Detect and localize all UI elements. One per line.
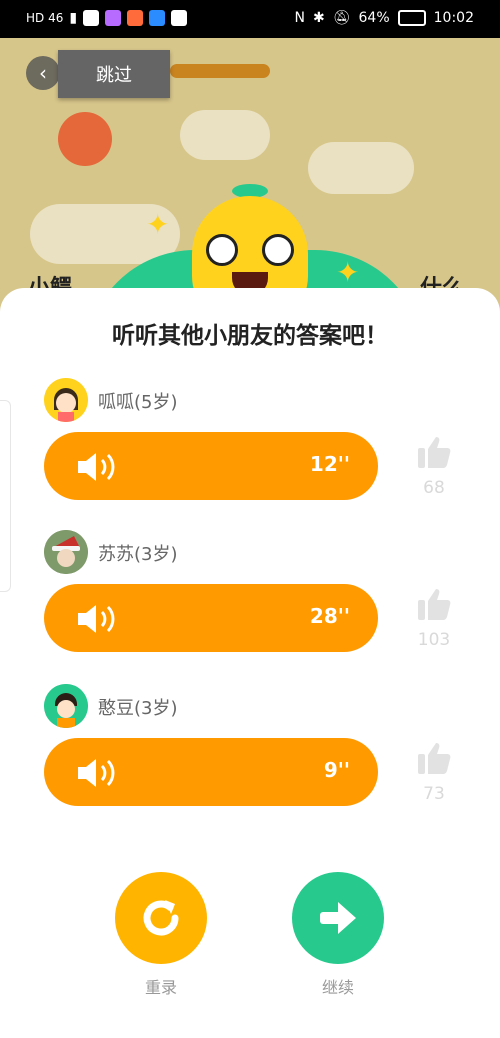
progress-bar (170, 64, 270, 78)
santa-avatar-icon (44, 530, 88, 574)
child-name: 苏苏(3岁) (98, 544, 178, 565)
skip-button[interactable]: 跳过 (58, 50, 170, 98)
app-notification-icon (83, 10, 100, 26)
speaker-icon (76, 452, 120, 486)
like-count: 103 (417, 630, 451, 650)
upload-icon (171, 10, 188, 26)
boy-avatar-icon (44, 684, 88, 728)
continue-label: 继续 (321, 978, 354, 997)
answers-sheet: 听听其他小朋友的答案吧！ 呱呱(5岁) 12'' 68 苏苏(3岁) 28'' (0, 288, 500, 1038)
like-button[interactable]: 68 (412, 434, 456, 498)
audio-duration: 9'' (323, 758, 350, 782)
chevron-left-icon: ‹ (39, 61, 47, 85)
play-audio-button[interactable]: 12'' (44, 432, 378, 500)
avatar (44, 378, 88, 422)
continue-button[interactable] (292, 872, 384, 964)
rerecord-button[interactable] (115, 872, 207, 964)
rerecord-label: 重录 (144, 978, 177, 997)
answer-item: 憨豆(3岁) 9'' 73 (0, 684, 500, 824)
status-right: N ✱ 🔕︎ 64% 10:02 (295, 10, 474, 26)
app-notification-icon (105, 10, 122, 26)
like-button[interactable]: 73 (412, 740, 456, 804)
play-audio-button[interactable]: 9'' (44, 738, 378, 806)
app-notification-icon (149, 10, 166, 26)
cloud-illustration (180, 110, 270, 160)
arrow-right-icon (320, 902, 356, 934)
signal-icon: ▮ (69, 10, 78, 26)
mascot-eye (262, 234, 294, 266)
speaker-icon (76, 758, 120, 792)
thumbs-up-icon (418, 589, 451, 620)
girl-avatar-icon (44, 378, 88, 422)
thumbs-up-icon (418, 437, 451, 468)
audio-duration: 28'' (309, 604, 350, 628)
nfc-icon: N (294, 10, 305, 26)
like-button[interactable]: 103 (412, 586, 456, 650)
answer-item: 呱呱(5岁) 12'' 68 (0, 378, 500, 518)
sun-illustration (58, 112, 112, 166)
network-indicator: HD 46 (26, 11, 64, 25)
battery-icon (397, 10, 426, 26)
like-count: 73 (423, 784, 445, 804)
avatar (44, 684, 88, 728)
app-notification-icon (127, 10, 144, 26)
sheet-title: 听听其他小朋友的答案吧！ (112, 323, 388, 349)
like-count: 68 (423, 478, 445, 498)
child-name: 呱呱(5岁) (98, 392, 178, 413)
speaker-icon (76, 604, 120, 638)
bluetooth-icon: ✱ (313, 10, 325, 26)
sparkle-icon: ✦ (146, 208, 170, 241)
avatar (44, 530, 88, 574)
back-button[interactable]: ‹ (26, 56, 60, 90)
thumbs-up-icon (418, 743, 451, 774)
child-name: 憨豆(3岁) (98, 698, 178, 719)
cloud-illustration (308, 142, 414, 194)
play-audio-button[interactable]: 28'' (44, 584, 378, 652)
mascot-eye (206, 234, 238, 266)
status-bar: HD 46 ▮ N ✱ 🔕︎ 64% 10:02 (0, 0, 500, 38)
clock: 10:02 (433, 10, 474, 26)
audio-duration: 12'' (309, 452, 350, 476)
status-left: HD 46 ▮ (26, 10, 188, 26)
answer-item: 苏苏(3岁) 28'' 103 (0, 530, 500, 670)
refresh-icon (143, 900, 179, 936)
sparkle-icon: ✦ (336, 256, 360, 289)
mute-icon: 🔕︎ (332, 10, 351, 26)
battery-percent: 64% (358, 10, 390, 26)
